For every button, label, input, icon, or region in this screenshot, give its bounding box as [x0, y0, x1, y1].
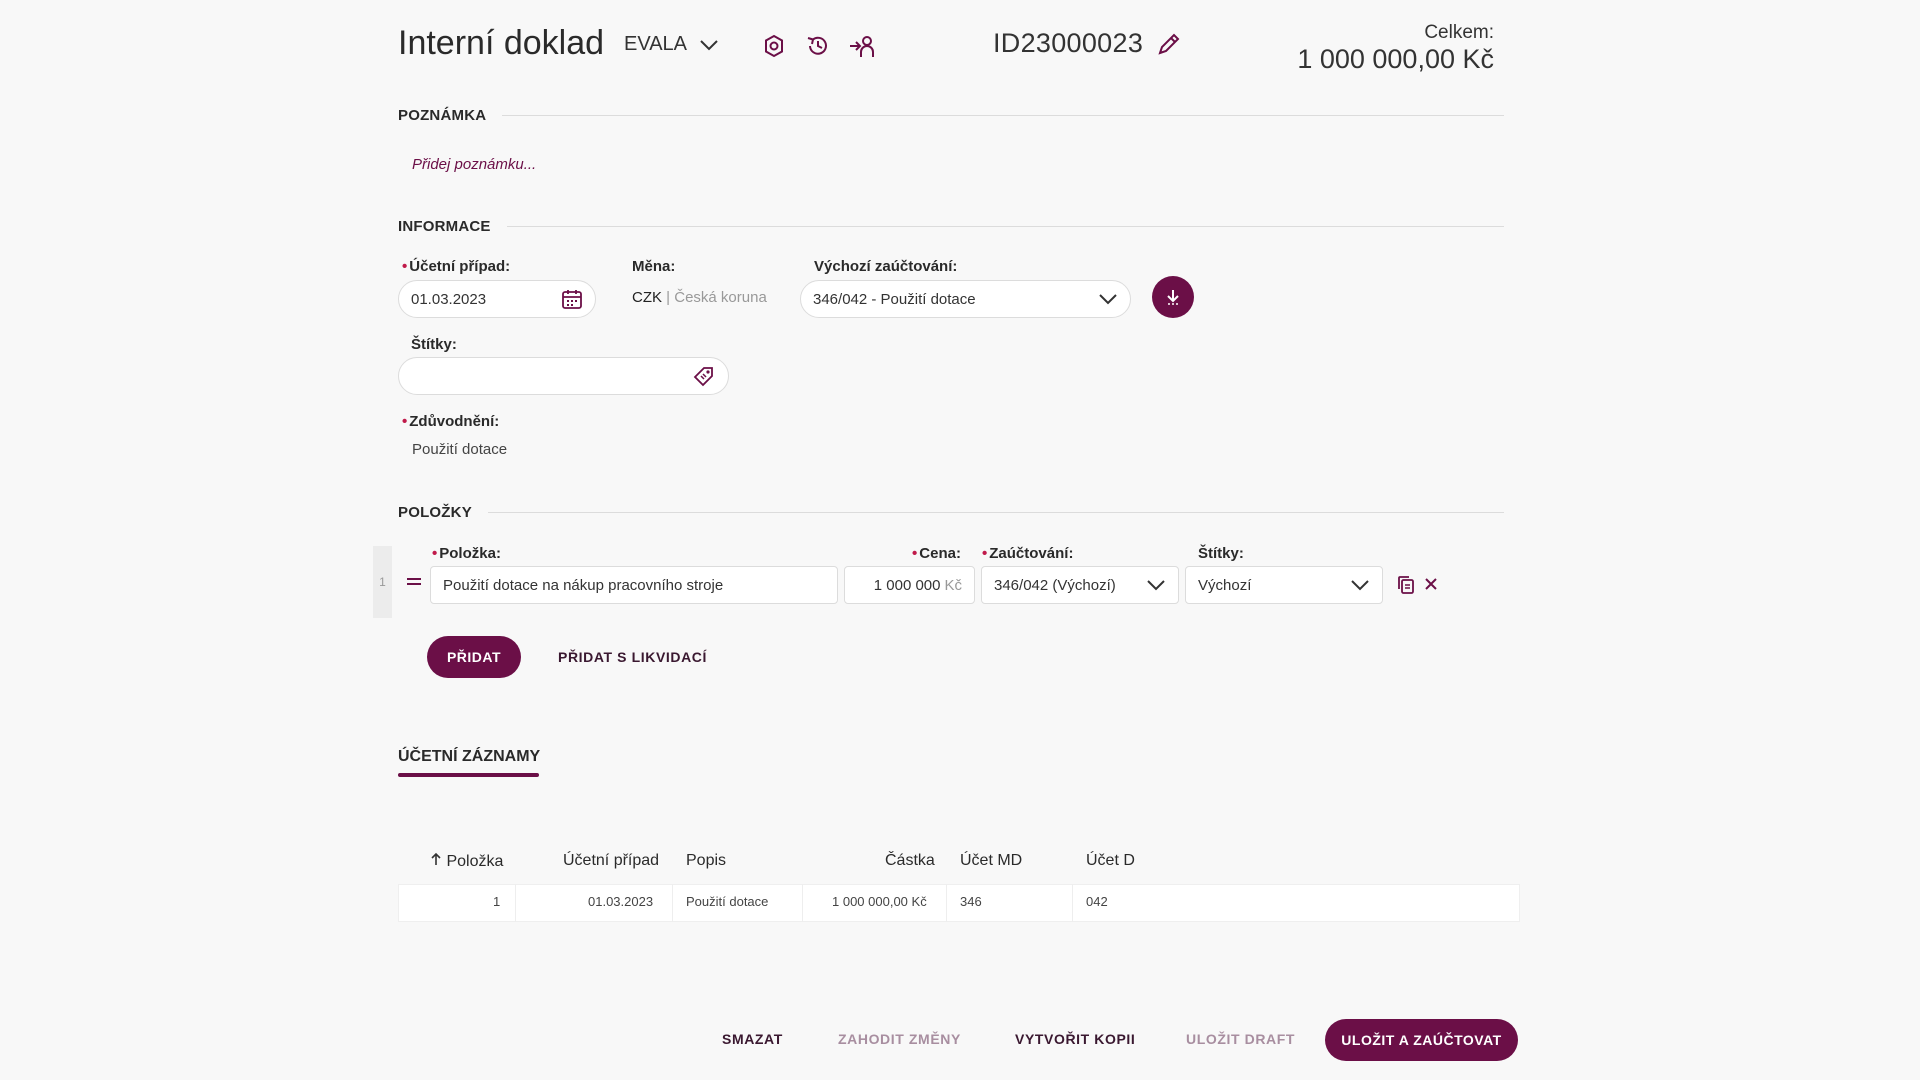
accounting-case-date-field[interactable]: 01.03.2023: [398, 280, 596, 318]
total-value: 1 000 000,00 Kč: [1297, 44, 1494, 74]
items-section-label: POLOŽKY: [398, 504, 472, 521]
currency-value: CZK | Česká koruna: [632, 289, 767, 306]
edit-icon[interactable]: [1155, 30, 1183, 58]
info-section-title: INFORMACE: [398, 218, 1504, 235]
company-name: EVALA: [624, 33, 687, 55]
cell-debit-account: 346: [960, 894, 982, 909]
drag-handle-icon[interactable]: [405, 575, 423, 594]
cell-credit-account: 042: [1086, 894, 1108, 909]
chevron-down-icon: [1351, 580, 1369, 591]
tag-icon: [693, 367, 713, 387]
settings-icon[interactable]: [760, 32, 788, 60]
currency-name: | Česká koruna: [666, 289, 767, 306]
chevron-down-icon: [700, 39, 718, 50]
tags-column-label: Štítky:: [1198, 545, 1244, 562]
save-draft-button[interactable]: ULOŽIT DRAFT: [1186, 1031, 1295, 1047]
column-header-accounting-case[interactable]: Účetní případ: [563, 852, 659, 870]
accounting-case-label: Účetní případ:: [402, 258, 510, 275]
tab-accounting-records[interactable]: ÚČETNÍ ZÁZNAMY: [398, 748, 540, 766]
note-input[interactable]: Přidej poznámku...: [412, 156, 536, 173]
add-item-button[interactable]: PŘIDAT: [427, 636, 521, 678]
item-tags-select[interactable]: Výchozí: [1185, 566, 1383, 604]
column-separator: [802, 884, 803, 922]
column-header-amount[interactable]: Částka: [885, 852, 935, 870]
item-name-value: Použití dotace na nákup pracovního stroj…: [443, 576, 724, 594]
discard-changes-button[interactable]: ZAHODIT ZMĚNY: [838, 1031, 961, 1047]
currency-code: CZK: [632, 289, 662, 306]
divider: [506, 226, 1504, 227]
currency-label: Měna:: [632, 258, 676, 275]
create-copy-button[interactable]: VYTVOŘIT KOPII: [1015, 1031, 1135, 1047]
item-price-unit: Kč: [944, 576, 962, 594]
active-tab-indicator: [398, 773, 539, 777]
items-section-title: POLOŽKY: [398, 504, 1504, 521]
note-section-title: POZNÁMKA: [398, 107, 1504, 124]
apply-default-posting-button[interactable]: [1152, 276, 1194, 318]
divider: [487, 512, 1504, 513]
column-separator: [515, 884, 516, 922]
default-posting-value: 346/042 - Použití dotace: [813, 290, 976, 308]
tags-label: Štítky:: [411, 336, 457, 353]
divider: [502, 115, 1504, 116]
reason-value: Použití dotace: [412, 441, 508, 458]
cell-description: Použití dotace: [686, 894, 769, 909]
save-and-post-button[interactable]: ULOŽIT A ZAÚČTOVAT: [1325, 1019, 1518, 1061]
price-column-label: Cena:: [912, 545, 961, 562]
item-posting-value: 346/042 (Výchozí): [994, 576, 1116, 594]
chevron-down-icon: [1099, 294, 1117, 305]
cell-amount: 1 000 000,00 Kč: [832, 894, 927, 909]
column-header-item-label: Položka: [446, 853, 504, 870]
assign-user-icon[interactable]: [848, 32, 876, 60]
arrow-down-icon: [1167, 290, 1179, 305]
column-header-debit-account[interactable]: Účet MD: [960, 852, 1022, 870]
tags-field[interactable]: [398, 357, 729, 395]
document-id: ID23000023: [993, 28, 1144, 58]
row-index-handle[interactable]: 1: [373, 546, 392, 618]
item-posting-select[interactable]: 346/042 (Výchozí): [981, 566, 1179, 604]
posting-column-label: Zaúčtování:: [982, 545, 1073, 562]
company-selector[interactable]: EVALA: [624, 33, 719, 56]
calendar-icon[interactable]: [561, 288, 583, 310]
chevron-down-icon: [1147, 580, 1165, 591]
column-separator: [946, 884, 947, 922]
item-column-label: Položka:: [432, 545, 501, 562]
cell-item: 1: [493, 894, 501, 909]
item-tags-value: Výchozí: [1198, 576, 1252, 594]
default-posting-label: Výchozí zaúčtování:: [814, 258, 958, 275]
column-separator: [672, 884, 673, 922]
column-header-credit-account[interactable]: Účet D: [1086, 852, 1135, 870]
item-name-input[interactable]: Použití dotace na nákup pracovního stroj…: [430, 566, 838, 604]
reason-label: Zdůvodnění:: [402, 413, 499, 430]
delete-button[interactable]: SMAZAT: [722, 1031, 783, 1047]
cell-accounting-case: 01.03.2023: [588, 894, 654, 909]
column-separator: [1072, 884, 1073, 922]
total-label: Celkem:: [1424, 22, 1494, 43]
table-row[interactable]: [398, 884, 1520, 922]
add-with-liquidation-button[interactable]: PŘIDAT S LIKVIDACÍ: [558, 649, 707, 665]
column-header-description[interactable]: Popis: [686, 852, 726, 870]
item-price-value: 1 000 000: [873, 576, 941, 594]
note-section-label: POZNÁMKA: [398, 107, 487, 124]
copy-icon[interactable]: [1396, 575, 1416, 600]
accounting-case-date-value: 01.03.2023: [411, 290, 487, 308]
close-icon[interactable]: [1422, 575, 1440, 598]
item-price-input[interactable]: 1 000 000 Kč: [844, 566, 975, 604]
info-section-label: INFORMACE: [398, 218, 491, 235]
page-title: Interní doklad: [398, 24, 605, 62]
sort-arrow-up-icon: [431, 852, 441, 865]
default-posting-select[interactable]: 346/042 - Použití dotace: [800, 280, 1131, 318]
history-icon[interactable]: [804, 32, 832, 60]
column-header-item[interactable]: Položka: [430, 852, 503, 871]
